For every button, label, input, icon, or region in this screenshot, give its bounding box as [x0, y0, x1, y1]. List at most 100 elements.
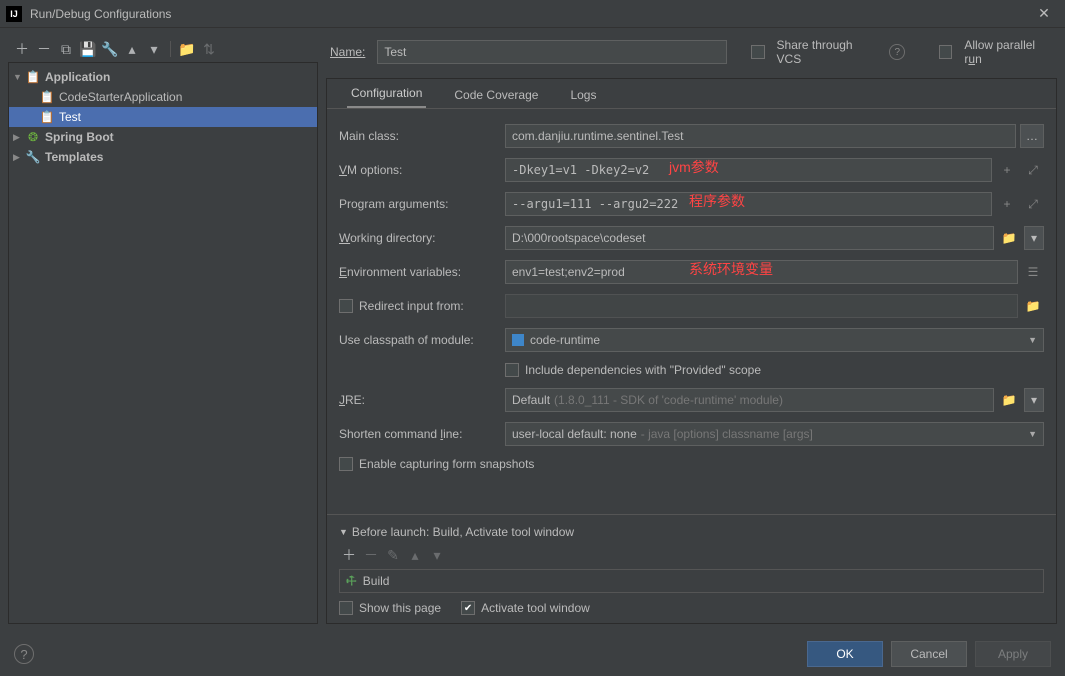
up-icon[interactable]: ▴: [122, 39, 142, 59]
before-launch-toolbar: ＋ － ✎ ▴ ▾: [339, 545, 1044, 565]
chevron-right-icon[interactable]: ▶: [13, 152, 25, 163]
include-provided-checkbox[interactable]: [505, 363, 519, 377]
tree-node-test[interactable]: 📋 Test: [9, 107, 317, 127]
row-include-provided: Include dependencies with "Provided" sco…: [339, 357, 1044, 383]
activate-label: Activate tool window: [481, 601, 590, 615]
tree-label: Templates: [45, 150, 103, 164]
list-icon[interactable]: ☰: [1022, 261, 1044, 283]
ok-button[interactable]: OK: [807, 641, 883, 667]
main-class-label: Main class:: [339, 129, 497, 143]
redirect-input: [505, 294, 1018, 318]
dropdown-button[interactable]: ▾: [1024, 388, 1044, 412]
main-class-input[interactable]: [505, 124, 1016, 148]
chevron-down-icon: ▼: [339, 527, 348, 537]
tree-node-codestarter[interactable]: 📋 CodeStarterApplication: [9, 87, 317, 107]
parallel-checkbox[interactable]: [939, 45, 953, 59]
down-icon: ▾: [427, 545, 447, 565]
cancel-button[interactable]: Cancel: [891, 641, 967, 667]
vm-options-input[interactable]: [505, 158, 992, 182]
share-checkbox[interactable]: [751, 45, 765, 59]
vm-options-label: VM options:: [339, 163, 497, 177]
tab-code-coverage[interactable]: Code Coverage: [450, 82, 542, 108]
row-env-vars: Environment variables: ☰ 系统环境变量: [339, 255, 1044, 289]
row-working-dir: Working directory: 📁 ▾: [339, 221, 1044, 255]
tab-panel: Configuration Code Coverage Logs Main cl…: [326, 78, 1057, 624]
folder-icon[interactable]: 📁: [998, 227, 1020, 249]
folder-icon[interactable]: 📁: [177, 39, 197, 59]
browse-button[interactable]: …: [1020, 124, 1044, 148]
row-snapshots: Enable capturing form snapshots: [339, 451, 1044, 477]
name-input[interactable]: [377, 40, 727, 64]
plus-icon[interactable]: +: [996, 159, 1018, 181]
before-launch-title: Before launch: Build, Activate tool wind…: [352, 525, 574, 539]
chevron-down-icon: ▼: [1028, 429, 1037, 439]
down-icon[interactable]: ▾: [144, 39, 164, 59]
program-args-input[interactable]: [505, 192, 992, 216]
tree-node-application[interactable]: ▼ 📋 Application: [9, 67, 317, 87]
tabs: Configuration Code Coverage Logs: [327, 79, 1056, 109]
chevron-right-icon[interactable]: ▶: [13, 132, 25, 143]
plus-icon[interactable]: +: [996, 193, 1018, 215]
before-launch-item: Build: [363, 574, 390, 588]
run-config-icon: 📋: [39, 110, 55, 124]
shorten-value: user-local default: none: [512, 427, 637, 441]
help-icon[interactable]: ?: [889, 44, 905, 60]
redirect-label-wrap: Redirect input from:: [339, 299, 497, 313]
hammer-icon: ⚒: [343, 572, 361, 590]
run-config-icon: 📋: [39, 90, 55, 104]
spring-icon: ❂: [25, 130, 41, 144]
titlebar: IJ Run/Debug Configurations ✕: [0, 0, 1065, 28]
add-icon[interactable]: ＋: [339, 545, 359, 565]
add-icon[interactable]: ＋: [12, 39, 32, 59]
help-icon[interactable]: ?: [14, 644, 34, 664]
working-dir-label: Working directory:: [339, 231, 497, 245]
redirect-label: Redirect input from:: [359, 299, 464, 313]
show-page-checkbox[interactable]: [339, 601, 353, 615]
shorten-combo[interactable]: user-local default: none - java [options…: [505, 422, 1044, 446]
remove-icon: －: [361, 545, 381, 565]
parallel-label: Allow parallel run: [964, 38, 1053, 66]
show-page-label: Show this page: [359, 601, 441, 615]
save-icon[interactable]: 💾: [78, 39, 98, 59]
wrench-icon: 🔧: [25, 150, 41, 164]
expand-icon[interactable]: ⤢: [1022, 159, 1044, 181]
row-jre: JRE: Default (1.8.0_111 - SDK of 'code-r…: [339, 383, 1044, 417]
remove-icon[interactable]: －: [34, 39, 54, 59]
redirect-checkbox[interactable]: [339, 299, 353, 313]
before-launch-header[interactable]: ▼ Before launch: Build, Activate tool wi…: [339, 525, 1044, 539]
tab-configuration[interactable]: Configuration: [347, 80, 426, 108]
tab-logs[interactable]: Logs: [566, 82, 600, 108]
classpath-combo[interactable]: code-runtime ▼: [505, 328, 1044, 352]
tree-node-templates[interactable]: ▶ 🔧 Templates: [9, 147, 317, 167]
jre-combo[interactable]: Default (1.8.0_111 - SDK of 'code-runtim…: [505, 388, 994, 412]
row-shorten: Shorten command line: user-local default…: [339, 417, 1044, 451]
include-provided-label: Include dependencies with "Provided" sco…: [525, 363, 761, 377]
activate-checkbox[interactable]: ✔: [461, 601, 475, 615]
share-label: Share through VCS: [777, 38, 878, 66]
shorten-hint: - java [options] classname [args]: [641, 427, 813, 441]
program-args-label: Program arguments:: [339, 197, 497, 211]
expand-icon[interactable]: ⤢: [1022, 193, 1044, 215]
working-dir-input[interactable]: [505, 226, 994, 250]
dropdown-button[interactable]: ▾: [1024, 226, 1044, 250]
wrench-icon[interactable]: 🔧: [100, 39, 120, 59]
config-tree[interactable]: ▼ 📋 Application 📋 CodeStarterApplication…: [8, 62, 318, 624]
separator: [170, 41, 171, 57]
collapse-icon: ⇅: [199, 39, 219, 59]
tree-label: Test: [59, 110, 81, 124]
module-icon: [512, 334, 524, 346]
folder-icon[interactable]: 📁: [1022, 295, 1044, 317]
before-launch-list[interactable]: ⚒ Build: [339, 569, 1044, 593]
jre-label: JRE:: [339, 393, 497, 407]
tree-node-springboot[interactable]: ▶ ❂ Spring Boot: [9, 127, 317, 147]
row-vm-options: VM options: + ⤢ jvm参数: [339, 153, 1044, 187]
edit-icon: ✎: [383, 545, 403, 565]
env-vars-input[interactable]: [505, 260, 1018, 284]
close-icon[interactable]: ✕: [1029, 5, 1059, 22]
snapshots-checkbox[interactable]: [339, 457, 353, 471]
copy-icon[interactable]: ⧉: [56, 39, 76, 59]
window-title: Run/Debug Configurations: [30, 7, 1029, 21]
chevron-down-icon[interactable]: ▼: [13, 72, 25, 82]
folder-icon[interactable]: 📁: [998, 389, 1020, 411]
row-redirect: Redirect input from: 📁: [339, 289, 1044, 323]
